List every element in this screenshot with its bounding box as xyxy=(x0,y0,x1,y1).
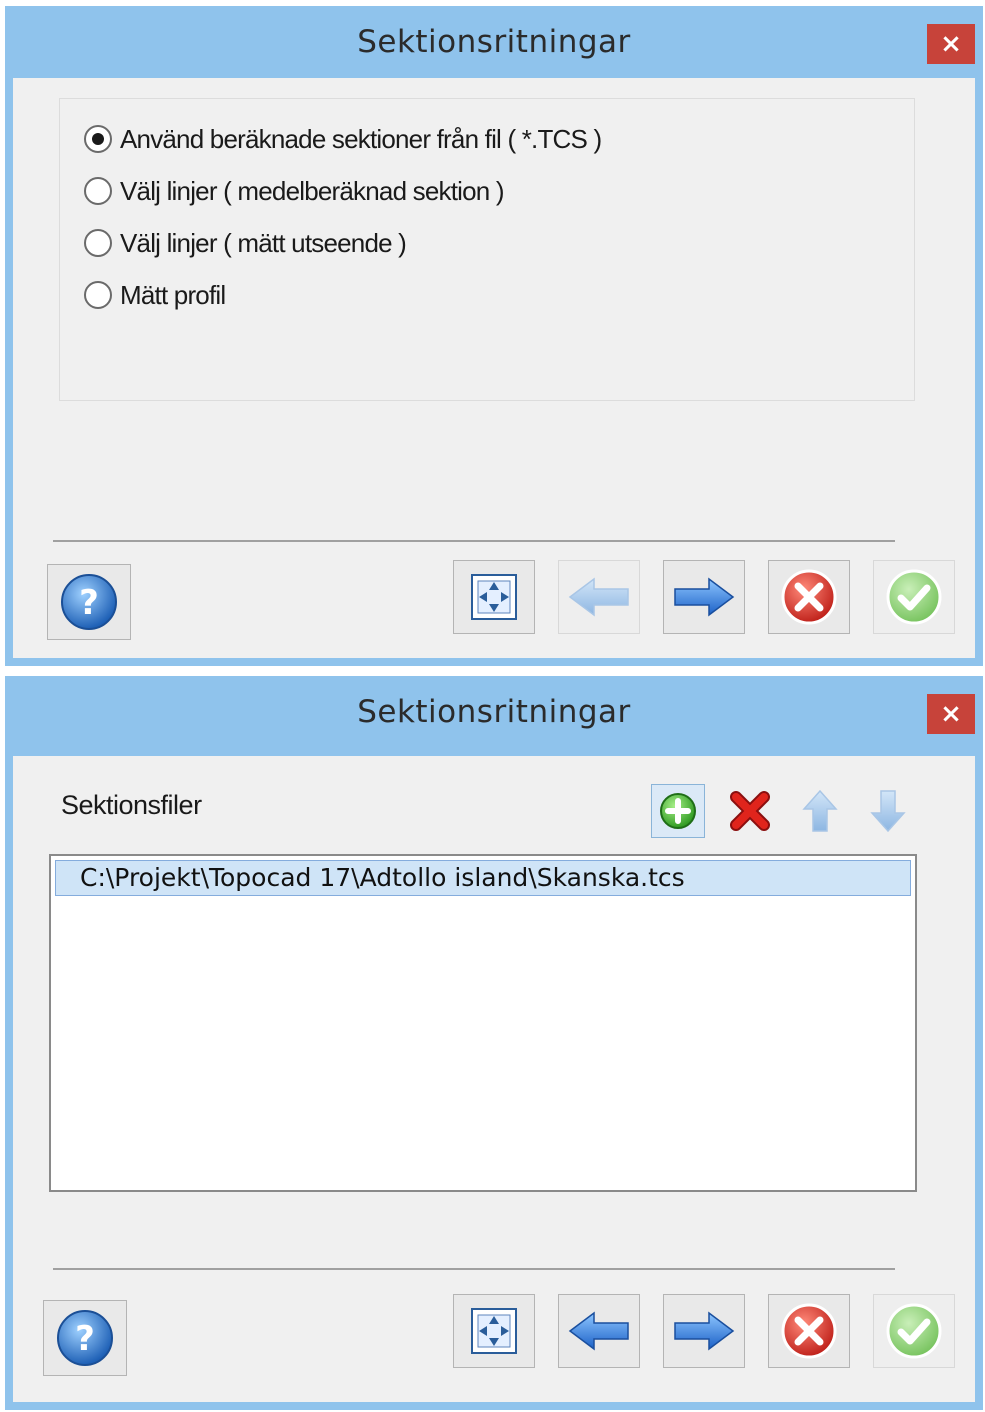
option-select-lines-averaged[interactable]: Välj linjer ( medelberäknad sektion ) xyxy=(84,173,505,209)
option-measured-profile[interactable]: Mätt profil xyxy=(84,277,226,313)
arrow-left-icon xyxy=(568,577,629,617)
close-button[interactable]: × xyxy=(927,24,975,64)
zoom-extents-button[interactable] xyxy=(453,560,535,634)
radio-button[interactable] xyxy=(84,281,112,309)
section-files-list[interactable]: C:\Projekt\Topocad 17\Adtollo island\Ska… xyxy=(49,854,917,1192)
cancel-button[interactable] xyxy=(768,560,850,634)
add-icon xyxy=(660,793,696,829)
help-icon: ? xyxy=(61,574,117,630)
add-file-button[interactable] xyxy=(651,784,705,838)
finish-button[interactable] xyxy=(873,1294,955,1368)
section-files-label: Sektionsfiler xyxy=(61,790,202,820)
check-icon xyxy=(886,1303,942,1359)
move-down-button[interactable] xyxy=(861,784,915,838)
option-label: Välj linjer ( mätt utseende ) xyxy=(120,227,407,258)
title-bar[interactable]: Sektionsritningar × xyxy=(5,676,983,748)
arrow-down-icon xyxy=(870,790,906,833)
zoom-extents-button[interactable] xyxy=(453,1294,535,1368)
option-label: Använd beräknade sektioner från fil ( *.… xyxy=(120,123,602,154)
option-computed-sections[interactable]: Använd beräknade sektioner från fil ( *.… xyxy=(84,121,602,157)
option-select-lines-measured[interactable]: Välj linjer ( mätt utseende ) xyxy=(84,225,407,261)
window-title: Sektionsritningar xyxy=(357,694,631,730)
svg-text:?: ? xyxy=(79,583,99,623)
help-icon: ? xyxy=(57,1310,113,1366)
next-button[interactable] xyxy=(663,560,745,634)
option-label: Mätt profil xyxy=(120,279,226,310)
list-item[interactable]: C:\Projekt\Topocad 17\Adtollo island\Ska… xyxy=(55,860,911,896)
title-bar[interactable]: Sektionsritningar × xyxy=(5,6,983,78)
next-button[interactable] xyxy=(663,1294,745,1368)
radio-button[interactable] xyxy=(84,177,112,205)
back-button[interactable] xyxy=(558,560,640,634)
delete-icon xyxy=(730,791,770,831)
wizard-window-step-1: Sektionsritningar × Använd beräknade sek… xyxy=(5,6,983,666)
window-title: Sektionsritningar xyxy=(357,24,631,60)
dialog-client-area: Använd beräknade sektioner från fil ( *.… xyxy=(13,78,975,658)
move-up-button[interactable] xyxy=(793,784,847,838)
arrow-right-icon xyxy=(674,1311,735,1351)
help-button[interactable]: ? xyxy=(47,564,131,640)
zoom-extents-icon xyxy=(471,574,517,620)
separator xyxy=(53,1268,895,1270)
finish-button[interactable] xyxy=(873,560,955,634)
svg-text:?: ? xyxy=(75,1319,95,1359)
back-button[interactable] xyxy=(558,1294,640,1368)
window-gap xyxy=(0,666,985,676)
arrow-left-icon xyxy=(568,1311,629,1351)
check-icon xyxy=(886,569,942,625)
arrow-right-icon xyxy=(674,577,735,617)
arrow-up-icon xyxy=(802,789,838,832)
cancel-icon xyxy=(781,569,837,625)
radio-button[interactable] xyxy=(84,229,112,257)
dialog-client-area: Sektionsfiler C:\Projekt\Topocad 17\Adto… xyxy=(13,756,975,1402)
cancel-icon xyxy=(781,1303,837,1359)
close-button[interactable]: × xyxy=(927,694,975,734)
source-options-group: Använd beräknade sektioner från fil ( *.… xyxy=(59,98,915,401)
radio-button-checked[interactable] xyxy=(84,125,112,153)
wizard-window-step-2: Sektionsritningar × Sektionsfiler C:\Pro… xyxy=(5,676,983,1410)
remove-file-button[interactable] xyxy=(723,784,777,838)
option-label: Välj linjer ( medelberäknad sektion ) xyxy=(120,175,505,206)
separator xyxy=(53,540,895,542)
cancel-button[interactable] xyxy=(768,1294,850,1368)
zoom-extents-icon xyxy=(471,1308,517,1354)
help-button[interactable]: ? xyxy=(43,1300,127,1376)
